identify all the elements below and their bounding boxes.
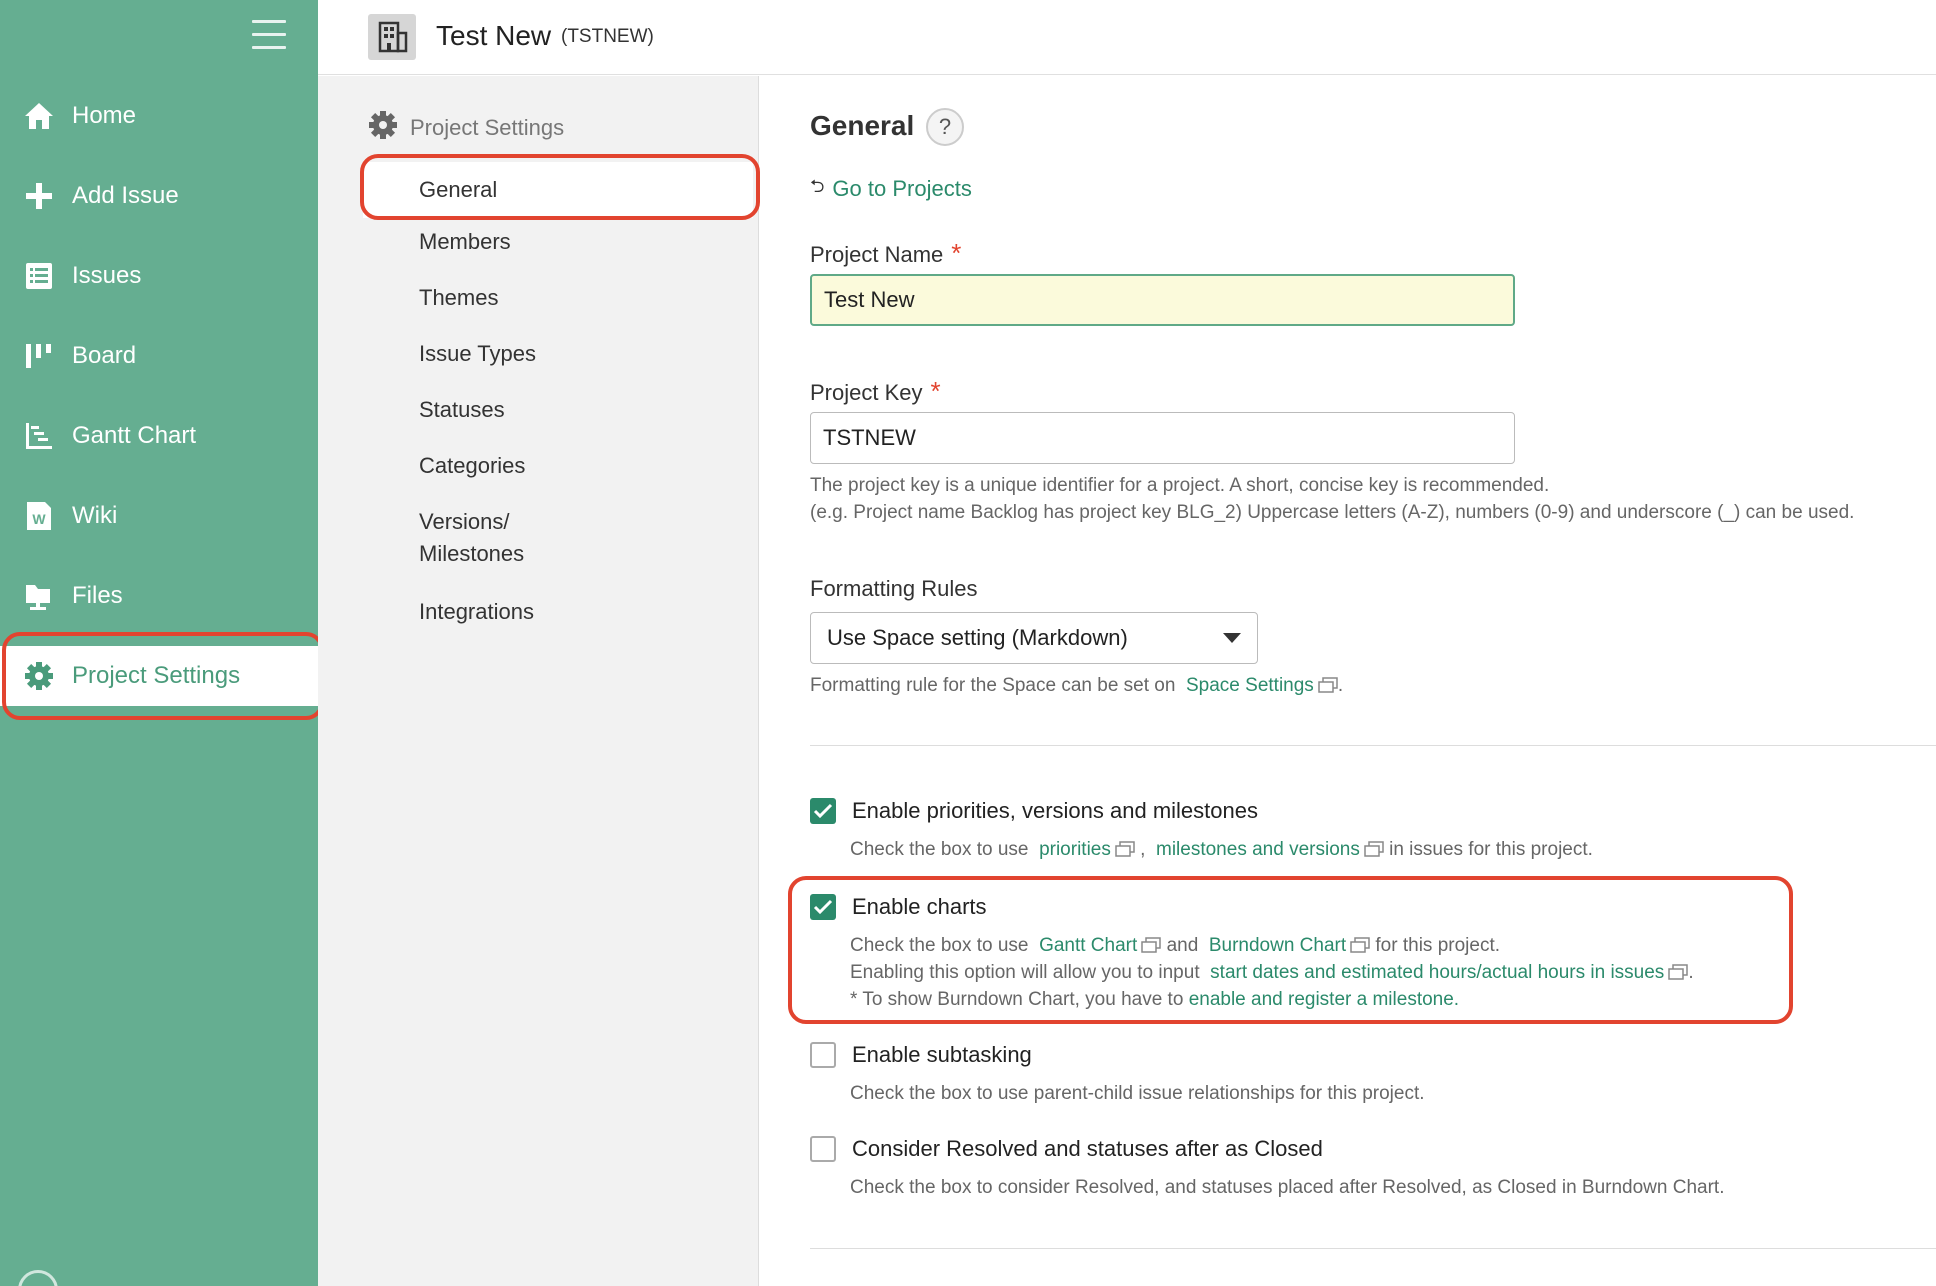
external-window-icon bbox=[1364, 838, 1384, 857]
subtasking-desc: Check the box to use parent-child issue … bbox=[850, 1083, 1425, 1104]
settings-item-integrations[interactable]: Integrations bbox=[363, 596, 753, 628]
settings-item-label: Milestones bbox=[419, 541, 525, 566]
external-window-icon bbox=[1115, 838, 1135, 857]
formatting-rules-select[interactable]: Use Space setting (Markdown) bbox=[810, 612, 1258, 664]
resolved-checkbox[interactable] bbox=[810, 1136, 836, 1162]
gear-icon bbox=[368, 110, 398, 145]
project-key-label: Project Key * bbox=[810, 376, 941, 407]
plus-icon bbox=[22, 179, 56, 213]
list-icon bbox=[22, 259, 56, 293]
settings-item-themes[interactable]: Themes bbox=[363, 282, 753, 314]
check-icon bbox=[813, 803, 833, 819]
nav-item-add-issue[interactable]: Add Issue bbox=[0, 166, 318, 226]
go-to-projects-link[interactable]: ⮌ Go to Projects bbox=[810, 174, 972, 204]
resolved-desc: Check the box to consider Resolved, and … bbox=[850, 1177, 1725, 1198]
desc-segment: in issues for this project. bbox=[1389, 839, 1593, 860]
project-header: Test New (TSTNEW) bbox=[318, 0, 1936, 75]
board-icon bbox=[22, 339, 56, 373]
help-text-segment: Formatting rule for the Space can be set… bbox=[810, 675, 1176, 696]
highlight-annotation bbox=[360, 154, 760, 220]
nav-item-board[interactable]: Board bbox=[0, 326, 318, 386]
nav-label: Issues bbox=[72, 262, 142, 289]
back-arrow-icon: ⮌ bbox=[810, 176, 825, 196]
settings-sidebar-title: Project Settings bbox=[410, 114, 565, 140]
project-key-input[interactable] bbox=[810, 412, 1515, 464]
project-key-help: The project key is a unique identifier f… bbox=[810, 472, 1854, 526]
section-divider bbox=[810, 745, 1936, 746]
settings-sidebar: Project Settings General Members Themes … bbox=[318, 76, 759, 1286]
formatting-rules-label: Formatting Rules bbox=[810, 576, 978, 601]
priorities-desc: Check the box to use priorities , milest… bbox=[850, 836, 1593, 863]
home-icon bbox=[22, 99, 56, 133]
project-title: Test New bbox=[436, 20, 552, 51]
project-name-label: Project Name * bbox=[810, 238, 961, 269]
highlight-annotation bbox=[788, 876, 1793, 1024]
help-text-segment: . bbox=[1337, 675, 1344, 696]
nav-item-files[interactable]: Files bbox=[0, 566, 318, 626]
settings-item-versions[interactable]: Versions/ Milestones bbox=[363, 506, 753, 570]
left-nav: Home Add Issue Issues Board Gantt Chart … bbox=[0, 0, 324, 1286]
files-icon bbox=[22, 579, 56, 613]
subtasking-checkbox[interactable] bbox=[810, 1042, 836, 1068]
priorities-row: Enable priorities, versions and mileston… bbox=[810, 798, 1258, 824]
required-marker: * bbox=[951, 238, 962, 268]
space-settings-link[interactable]: Space Settings bbox=[1186, 675, 1314, 696]
settings-item-label: Versions/ bbox=[419, 509, 510, 534]
project-key-label-text: Project Key bbox=[810, 380, 923, 405]
highlight-annotation bbox=[2, 632, 324, 720]
priorities-label: Enable priorities, versions and mileston… bbox=[852, 798, 1258, 823]
nav-label: Home bbox=[72, 102, 137, 129]
nav-label: Add Issue bbox=[72, 182, 179, 209]
go-to-projects-label: Go to Projects bbox=[832, 176, 972, 201]
subtasking-label: Enable subtasking bbox=[852, 1042, 1032, 1067]
resolved-row: Consider Resolved and statuses after as … bbox=[810, 1136, 1323, 1162]
milestones-versions-link[interactable]: milestones and versions bbox=[1156, 839, 1360, 860]
scroll-indicator bbox=[18, 1270, 58, 1286]
project-key-help-line: (e.g. Project name Backlog has project k… bbox=[810, 502, 1855, 523]
formatting-rules-help: Formatting rule for the Space can be set… bbox=[810, 672, 1343, 699]
section-divider bbox=[810, 1248, 1936, 1249]
subtasking-row: Enable subtasking bbox=[810, 1042, 1032, 1068]
project-key-label: (TSTNEW) bbox=[561, 26, 654, 47]
desc-segment: Check the box to use bbox=[850, 839, 1029, 860]
nav-label: Board bbox=[72, 342, 137, 369]
project-name-input[interactable] bbox=[810, 274, 1515, 326]
settings-item-categories[interactable]: Categories bbox=[363, 450, 753, 482]
project-key-help-line: The project key is a unique identifier f… bbox=[810, 475, 1550, 496]
building-icon bbox=[368, 14, 416, 60]
nav-label: Gantt Chart bbox=[72, 422, 197, 449]
page-title: General bbox=[810, 110, 915, 141]
svg-text:W: W bbox=[32, 511, 46, 527]
external-window-icon bbox=[1318, 674, 1338, 693]
required-marker: * bbox=[930, 376, 941, 406]
menu-toggle-icon[interactable] bbox=[252, 20, 286, 52]
resolved-label: Consider Resolved and statuses after as … bbox=[852, 1136, 1323, 1161]
nav-item-gantt-chart[interactable]: Gantt Chart bbox=[0, 406, 318, 466]
help-button[interactable]: ? bbox=[926, 108, 964, 146]
caret-down-icon bbox=[1223, 633, 1241, 643]
desc-segment: , bbox=[1140, 839, 1146, 860]
priorities-link[interactable]: priorities bbox=[1039, 839, 1111, 860]
main-content: General ? ⮌ Go to Projects Project Name *… bbox=[760, 76, 1936, 1286]
nav-item-issues[interactable]: Issues bbox=[0, 246, 318, 306]
nav-label: Files bbox=[72, 582, 123, 609]
wiki-icon: W bbox=[22, 499, 56, 533]
project-name-label-text: Project Name bbox=[810, 242, 944, 267]
settings-item-issue-types[interactable]: Issue Types bbox=[363, 338, 753, 370]
nav-item-wiki[interactable]: W Wiki bbox=[0, 486, 318, 546]
priorities-checkbox[interactable] bbox=[810, 798, 836, 824]
gantt-icon bbox=[22, 419, 56, 453]
settings-item-statuses[interactable]: Statuses bbox=[363, 394, 753, 426]
nav-label: Wiki bbox=[72, 502, 118, 529]
nav-item-home[interactable]: Home bbox=[0, 86, 318, 146]
settings-item-members[interactable]: Members bbox=[363, 226, 753, 258]
settings-sidebar-header: Project Settings bbox=[368, 110, 564, 145]
formatting-rules-selected: Use Space setting (Markdown) bbox=[827, 625, 1128, 650]
